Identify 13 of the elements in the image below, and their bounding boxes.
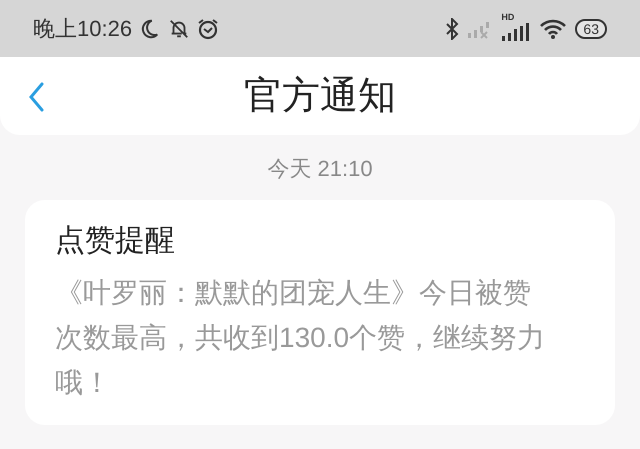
bluetooth-icon xyxy=(445,18,460,40)
wifi-icon xyxy=(539,18,568,40)
network-type-label: HD xyxy=(501,12,514,22)
signal-icon xyxy=(501,22,530,40)
message-title: 点赞提醒 xyxy=(55,226,176,256)
alarm-clock-icon xyxy=(196,16,220,40)
message-timestamp: 今天 21:10 xyxy=(266,158,374,180)
back-icon xyxy=(28,82,44,112)
battery-indicator: 63 xyxy=(575,18,607,38)
status-time: 晚上10:26 xyxy=(33,15,132,43)
bell-off-icon xyxy=(168,18,190,40)
page-title: 官方通知 xyxy=(244,77,396,115)
message-body: 《叶罗丽：默默的团宠人生》今日被赞次数最高，共收到130.0个赞，继续努力哦！ xyxy=(55,276,546,400)
